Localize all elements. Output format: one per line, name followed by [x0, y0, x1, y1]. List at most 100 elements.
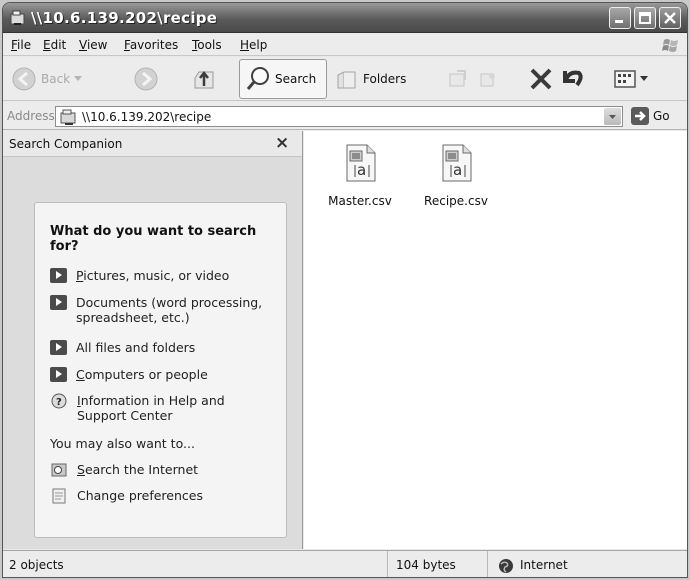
pane-close-button[interactable]: × [275, 133, 289, 153]
folders-icon [337, 71, 356, 89]
chevron-down-icon [609, 115, 616, 119]
explorer-window: \\10.6.139.202\recipe File Edit View Fav… [2, 2, 688, 578]
up-folder-icon [194, 70, 214, 89]
minimize-icon [615, 20, 623, 23]
globe-icon [499, 559, 513, 573]
also-heading: You may also want to... [50, 436, 195, 451]
search-options-card: What do you want to search for? Pictures… [34, 202, 287, 538]
file-item[interactable]: a Master.csv [320, 143, 400, 208]
up-folder-button[interactable] [191, 57, 217, 101]
status-zone: Internet [520, 558, 568, 572]
search-button[interactable]: Search [245, 57, 316, 101]
address-value: \\10.6.139.202\recipe [82, 110, 212, 124]
status-objects: 2 objects [9, 558, 64, 572]
views-button[interactable] [613, 57, 648, 101]
change-preferences-link[interactable]: Change preferences [50, 488, 203, 504]
standard-toolbar: Back Search Folders [3, 57, 687, 101]
pane-title: Search Companion [9, 137, 123, 151]
move-to-button[interactable] [447, 57, 469, 101]
option-label: Search the Internet [77, 462, 199, 477]
file-name: Master.csv [328, 194, 392, 208]
arrow-right-icon [50, 367, 67, 382]
help-icon: ? [51, 393, 67, 409]
maximize-button[interactable] [634, 7, 656, 29]
address-bar: Address \\10.6.139.202\recipe Go [3, 102, 687, 130]
also-heading-row: You may also want to... [50, 436, 195, 451]
back-arrow-icon [12, 67, 36, 91]
views-icon [614, 70, 636, 88]
go-button[interactable] [631, 107, 649, 125]
folders-label: Folders [363, 72, 407, 86]
windows-logo-icon [662, 39, 678, 52]
address-field[interactable]: \\10.6.139.202\recipe [55, 106, 623, 127]
option-label: All files and folders [76, 340, 196, 355]
search-heading: What do you want to search for? [50, 224, 257, 254]
arrow-right-icon [50, 268, 67, 283]
search-label: Search [275, 72, 317, 86]
move-to-icon [449, 70, 466, 87]
option-label: Pictures, music, or video [76, 268, 230, 283]
delete-x-icon [530, 68, 552, 90]
option-label: Documents (word processing, spreadsheet,… [76, 295, 263, 325]
status-objects-cell: 2 objects [3, 551, 388, 577]
title-bar[interactable]: \\10.6.139.202\recipe [3, 3, 687, 33]
menu-bar: File Edit View Favorites Tools Help [3, 34, 687, 56]
file-name: Recipe.csv [424, 194, 488, 208]
delete-button[interactable] [529, 57, 553, 101]
menu-help[interactable]: Help [240, 38, 267, 52]
network-folder-icon [10, 10, 25, 25]
go-arrow-icon [635, 111, 646, 121]
folders-button[interactable]: Folders [335, 57, 406, 101]
forward-arrow-icon [134, 67, 158, 91]
search-option-all-files[interactable]: All files and folders [50, 340, 195, 355]
status-bar: 2 objects 104 bytes Internet [3, 550, 687, 577]
svg-text:?: ? [56, 397, 62, 408]
search-companion-header: Search Companion × [3, 131, 302, 157]
undo-button[interactable] [559, 57, 585, 101]
svg-text:a: a [453, 161, 462, 179]
search-companion-pane: Search Companion × What do you want to s… [3, 131, 303, 549]
status-size: 104 bytes [396, 558, 456, 572]
status-size-cell: 104 bytes [388, 551, 488, 577]
search-option-help-center[interactable]: ? Information in Help and Support Center [50, 393, 237, 423]
window-title: \\10.6.139.202\recipe [31, 9, 218, 27]
back-dropdown-icon [74, 76, 83, 81]
go-label[interactable]: Go [653, 109, 670, 123]
search-option-pictures[interactable]: Pictures, music, or video [50, 268, 229, 283]
menu-tools[interactable]: Tools [192, 38, 222, 52]
maximize-icon [639, 12, 651, 24]
menu-edit[interactable]: Edit [43, 38, 66, 52]
option-label: Change preferences [77, 488, 203, 503]
search-option-documents[interactable]: Documents (word processing, spreadsheet,… [50, 295, 271, 325]
file-item[interactable]: a Recipe.csv [416, 143, 496, 208]
preferences-icon [52, 488, 66, 504]
menu-file[interactable]: File [11, 38, 31, 52]
forward-button[interactable] [133, 57, 159, 101]
internet-search-icon [51, 463, 67, 477]
arrow-right-icon [50, 340, 67, 355]
csv-file-icon: a [442, 144, 472, 182]
address-label: Address [7, 109, 55, 123]
search-internet-link[interactable]: Search the Internet [50, 462, 198, 478]
magnifier-icon [246, 67, 269, 90]
option-label: Computers or people [76, 367, 208, 382]
menu-view[interactable]: View [79, 38, 107, 52]
svg-text:a: a [357, 161, 366, 179]
back-label: Back [41, 72, 71, 86]
close-button[interactable] [659, 7, 681, 29]
back-button[interactable]: Back [11, 57, 83, 101]
status-zone-cell: Internet [488, 551, 687, 577]
network-folder-icon [60, 109, 76, 125]
menu-favorites[interactable]: Favorites [124, 38, 178, 52]
undo-icon [563, 70, 583, 87]
copy-to-icon [480, 73, 495, 87]
close-icon [664, 12, 676, 24]
csv-file-icon: a [346, 144, 376, 182]
arrow-right-icon [50, 295, 67, 310]
copy-to-button[interactable] [477, 57, 499, 101]
address-dropdown-button[interactable] [604, 108, 621, 125]
minimize-button[interactable] [609, 7, 631, 29]
search-option-computers-people[interactable]: Computers or people [50, 367, 208, 382]
file-list-view[interactable]: a Master.csv a Recipe.csv [304, 131, 687, 549]
views-dropdown-icon [640, 76, 648, 81]
